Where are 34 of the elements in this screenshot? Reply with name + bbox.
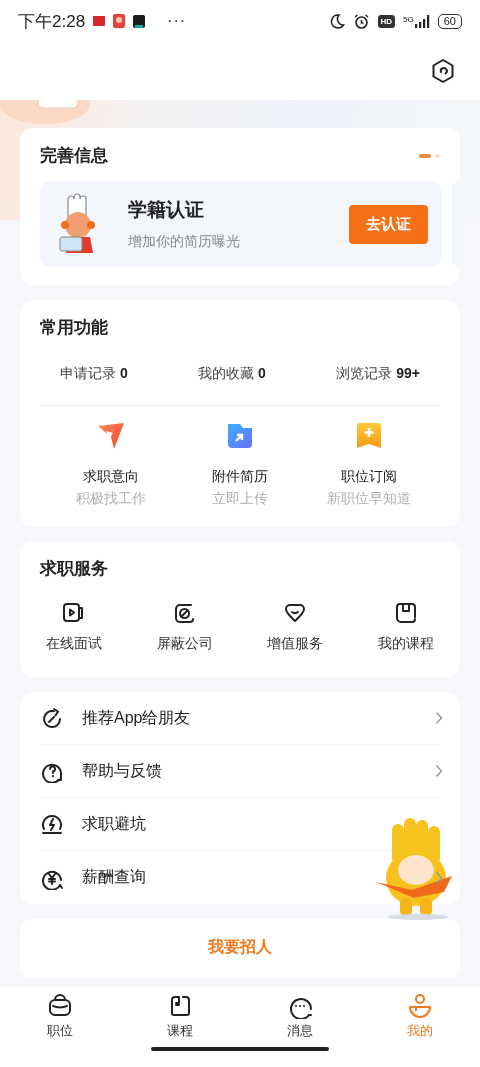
- menu-item[interactable]: 推荐App给朋友: [40, 706, 191, 730]
- tab-item[interactable]: 课程: [120, 986, 240, 1047]
- network-label: 5G: [403, 14, 414, 24]
- shortcut-button[interactable]: 附件简历 立即上传: [185, 420, 295, 508]
- shortcut-label: 求职意向: [82, 468, 139, 486]
- more-indicator: ···: [167, 12, 187, 30]
- section-title: 求职服务: [40, 558, 109, 580]
- service-button[interactable]: 增值服务: [255, 600, 336, 653]
- shortcut-button[interactable]: 职位订阅 新职位早知道: [314, 420, 425, 508]
- menu-item[interactable]: 薪酬查询: [40, 865, 146, 890]
- shortcut-caption: 新职位早知道: [327, 490, 412, 508]
- menu-item[interactable]: 帮助与反馈: [40, 759, 162, 783]
- shortcut-label: 职位订阅: [341, 468, 398, 486]
- shortcut-label: 附件简历: [212, 468, 268, 486]
- card-title: 学籍认证: [128, 198, 205, 222]
- shortcut-button[interactable]: 求职意向 积极找工作: [55, 420, 166, 508]
- service-button[interactable]: 我的课程: [365, 600, 446, 653]
- clock-time: 下午2:28: [18, 10, 86, 33]
- service-button[interactable]: 在线面试: [34, 600, 114, 653]
- shortcut-caption: 积极找工作: [75, 490, 146, 508]
- tab-item[interactable]: 消息: [240, 986, 360, 1047]
- service-button[interactable]: 屏蔽公司: [144, 600, 225, 653]
- stat-link[interactable]: 浏览记录 99+: [336, 365, 420, 383]
- stat-link[interactable]: 我的收藏 0: [198, 365, 266, 383]
- verify-card[interactable]: 学籍认证 增加你的简历曝光 去认证: [40, 181, 442, 267]
- section-title: 完善信息: [40, 145, 108, 167]
- section-title: 常用功能: [40, 317, 109, 339]
- stat-link[interactable]: 申请记录 0: [60, 365, 128, 383]
- shortcut-caption: 立即上传: [212, 490, 268, 508]
- menu-item[interactable]: 求职避坑: [40, 812, 146, 836]
- card-subtitle: 增加你的简历曝光: [128, 233, 241, 251]
- tab-item[interactable]: 职位: [0, 986, 120, 1047]
- hd-badge: HD: [377, 14, 396, 28]
- battery-indicator: 60: [437, 13, 462, 29]
